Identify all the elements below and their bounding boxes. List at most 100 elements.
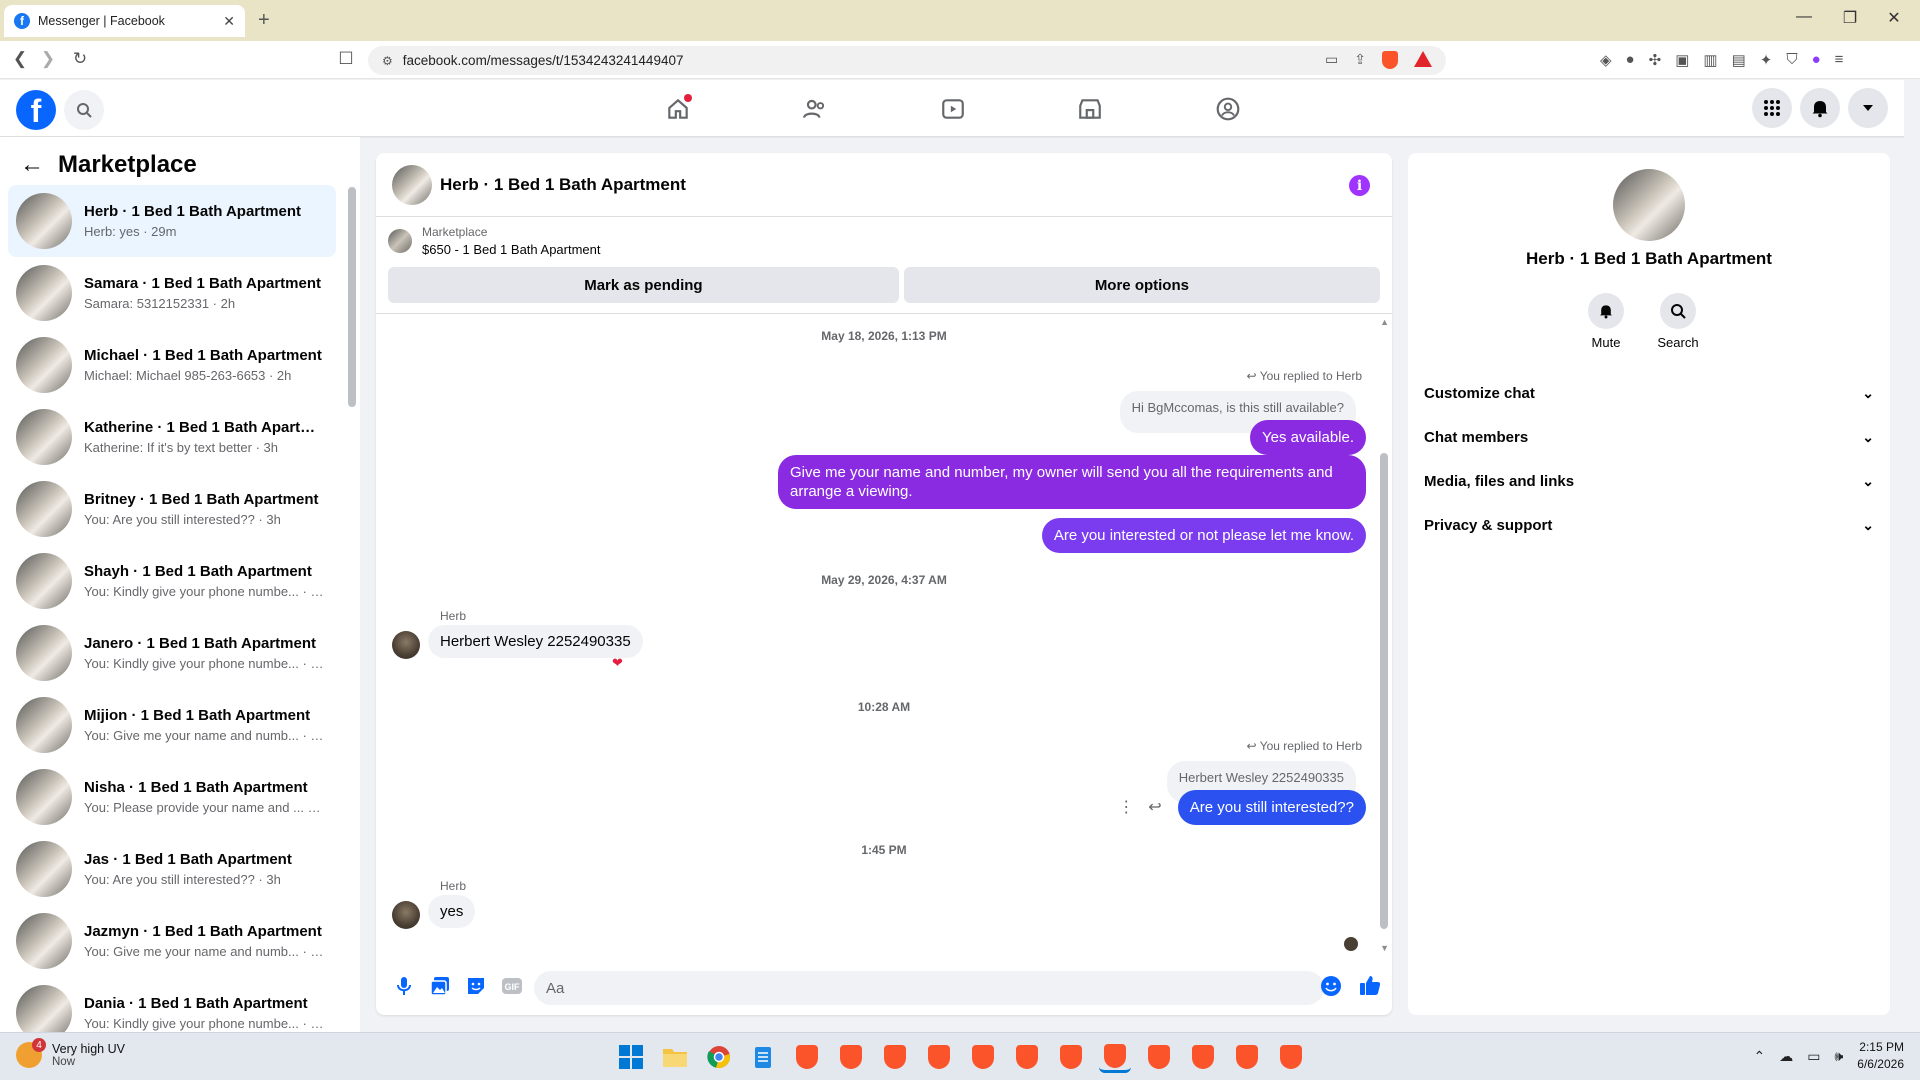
conversation-item[interactable]: Katherine · 1 Bed 1 Bath Apartm... Kather…	[8, 401, 336, 473]
minimize-icon[interactable]: —	[1784, 8, 1824, 26]
forward-icon[interactable]: ❯	[36, 49, 60, 69]
home-nav-button[interactable]	[658, 94, 698, 124]
network-icon[interactable]: ▭	[1807, 1048, 1820, 1065]
incoming-message[interactable]: yes	[428, 895, 476, 928]
brave-browser-icon[interactable]	[1055, 1041, 1087, 1073]
search-button[interactable]	[64, 90, 104, 130]
back-icon[interactable]: ❮	[8, 49, 32, 69]
info-icon[interactable]: i	[1349, 175, 1370, 196]
friends-nav-button[interactable]	[795, 94, 835, 124]
extension-icon[interactable]: ◈	[1600, 51, 1612, 69]
conversation-item[interactable]: Shayh · 1 Bed 1 Bath Apartment You: Kindl…	[8, 545, 336, 617]
gif-icon[interactable]: GIF	[498, 972, 526, 1000]
message-input[interactable]	[534, 971, 1324, 1005]
reload-icon[interactable]: ↻	[68, 49, 92, 69]
bookmark-icon[interactable]: ☐	[334, 49, 358, 69]
profile-icon[interactable]: ●	[1812, 51, 1821, 69]
search-chat-button[interactable]: Search	[1648, 293, 1708, 350]
tab-close-icon[interactable]: ✕	[223, 13, 235, 30]
back-arrow-icon[interactable]: ←	[20, 151, 44, 179]
brave-browser-icon[interactable]	[879, 1041, 911, 1073]
microphone-icon[interactable]	[390, 972, 418, 1000]
brave-browser-icon[interactable]	[1143, 1041, 1175, 1073]
sender-avatar[interactable]	[392, 901, 420, 929]
start-icon[interactable]	[615, 1041, 647, 1073]
brave-browser-icon[interactable]	[967, 1041, 999, 1073]
notepad-icon[interactable]	[747, 1041, 779, 1073]
conversation-item[interactable]: Janero · 1 Bed 1 Bath Apartment You: Kind…	[8, 617, 336, 689]
close-window-icon[interactable]: ✕	[1874, 8, 1914, 28]
brave-shields-icon[interactable]	[1382, 51, 1398, 69]
tab-search-icon[interactable]: ▣	[1675, 51, 1689, 69]
share-icon[interactable]: ⇪	[1354, 51, 1366, 69]
brave-rewards-icon[interactable]	[1414, 51, 1432, 67]
address-bar[interactable]: ⚙ facebook.com/messages/t/15342432414494…	[368, 46, 1446, 75]
onedrive-icon[interactable]: ☁	[1779, 1048, 1793, 1065]
chrome-icon[interactable]	[703, 1041, 735, 1073]
notifications-button[interactable]	[1800, 88, 1840, 128]
listing-summary[interactable]: Marketplace $650 - 1 Bed 1 Bath Apartmen…	[388, 225, 601, 257]
menu-icon[interactable]: ≡	[1835, 51, 1844, 69]
file-explorer-icon[interactable]	[659, 1041, 691, 1073]
sidebar-icon[interactable]: ▥	[1703, 51, 1717, 69]
conversation-item[interactable]: Samara · 1 Bed 1 Bath Apartment Samara: 5…	[8, 257, 336, 329]
more-vertical-icon[interactable]: ⋮	[1118, 797, 1134, 817]
wallet-icon[interactable]: ▤	[1732, 51, 1746, 69]
groups-nav-button[interactable]	[1208, 94, 1248, 124]
sender-avatar[interactable]	[392, 631, 420, 659]
account-button[interactable]	[1848, 88, 1888, 128]
more-options-button[interactable]: More options	[903, 267, 1380, 303]
brave-browser-icon[interactable]	[791, 1041, 823, 1073]
brave-browser-icon[interactable]	[923, 1041, 955, 1073]
conversation-item[interactable]: Nisha · 1 Bed 1 Bath Apartment You: Pleas…	[8, 761, 336, 833]
weather-widget[interactable]: 4 Very high UV Now	[16, 1038, 125, 1068]
outgoing-message[interactable]: Are you still interested??	[1177, 790, 1366, 825]
clock[interactable]: 2:15 PM 6/6/2026	[1857, 1039, 1904, 1073]
conversation-item[interactable]: Jas · 1 Bed 1 Bath Apartment You: Are you…	[8, 833, 336, 905]
chat-members-section[interactable]: Chat members ⌄	[1424, 421, 1874, 453]
thumbs-up-icon[interactable]	[1358, 973, 1382, 1002]
conversation-item[interactable]: Michael · 1 Bed 1 Bath Apartment Michael:…	[8, 329, 336, 401]
cast-icon[interactable]: ▭	[1325, 51, 1338, 69]
chat-title[interactable]: Herb · 1 Bed 1 Bath Apartment	[440, 175, 686, 195]
marketplace-nav-button[interactable]	[1070, 94, 1110, 124]
mark-pending-button[interactable]: Mark as pending	[388, 267, 899, 303]
mute-button[interactable]: Mute	[1576, 293, 1636, 350]
chat-avatar[interactable]	[392, 164, 432, 205]
site-info-icon[interactable]: ⚙	[382, 54, 393, 68]
video-nav-button[interactable]	[933, 94, 973, 124]
outgoing-message[interactable]: Yes available.	[1249, 420, 1366, 455]
brave-browser-icon[interactable]	[835, 1041, 867, 1073]
page-scrollbar[interactable]	[1904, 80, 1920, 1032]
scroll-down-icon[interactable]: ▼	[1380, 943, 1389, 953]
brave-browser-icon[interactable]	[1011, 1041, 1043, 1073]
conversation-item[interactable]: Mijion · 1 Bed 1 Bath Apartment You: Give…	[8, 689, 336, 761]
extension-dot-icon[interactable]: ●	[1626, 51, 1635, 69]
heart-reaction-icon[interactable]: ❤	[612, 655, 623, 671]
scroll-up-icon[interactable]: ▲	[1380, 317, 1389, 327]
chevron-up-icon[interactable]: ⌃	[1753, 1048, 1765, 1065]
brave-browser-icon[interactable]	[1187, 1041, 1219, 1073]
reply-icon[interactable]: ↩	[1148, 797, 1161, 817]
brave-browser-icon[interactable]	[1099, 1041, 1131, 1073]
volume-icon[interactable]: 🕪	[1834, 1048, 1843, 1065]
photo-icon[interactable]	[426, 972, 454, 1000]
conversation-item[interactable]: Britney · 1 Bed 1 Bath Apartment You: Are…	[8, 473, 336, 545]
sticker-icon[interactable]	[462, 972, 490, 1000]
conversation-item[interactable]: Jazmyn · 1 Bed 1 Bath Apartment You: Give…	[8, 905, 336, 977]
menu-grid-button[interactable]	[1752, 88, 1792, 128]
browser-tab[interactable]: f Messenger | Facebook ✕	[4, 5, 245, 37]
emoji-icon[interactable]	[1320, 975, 1342, 1002]
restore-icon[interactable]: ❐	[1830, 8, 1870, 28]
media-files-section[interactable]: Media, files and links ⌄	[1424, 465, 1874, 497]
facebook-logo-icon[interactable]: f	[16, 90, 56, 130]
extensions-puzzle-icon[interactable]: ✣	[1649, 51, 1662, 69]
brave-browser-icon[interactable]	[1231, 1041, 1263, 1073]
outgoing-message[interactable]: Are you interested or not please let me …	[1041, 518, 1366, 553]
vpn-icon[interactable]: ⛉	[1786, 51, 1797, 69]
conversation-item[interactable]: Herb · 1 Bed 1 Bath Apartment Herb: yes ·…	[8, 185, 336, 257]
outgoing-message[interactable]: Give me your name and number, my owner w…	[778, 455, 1366, 509]
brave-browser-icon[interactable]	[1275, 1041, 1307, 1073]
profile-avatar[interactable]	[1613, 169, 1685, 241]
privacy-support-section[interactable]: Privacy & support ⌄	[1424, 509, 1874, 541]
